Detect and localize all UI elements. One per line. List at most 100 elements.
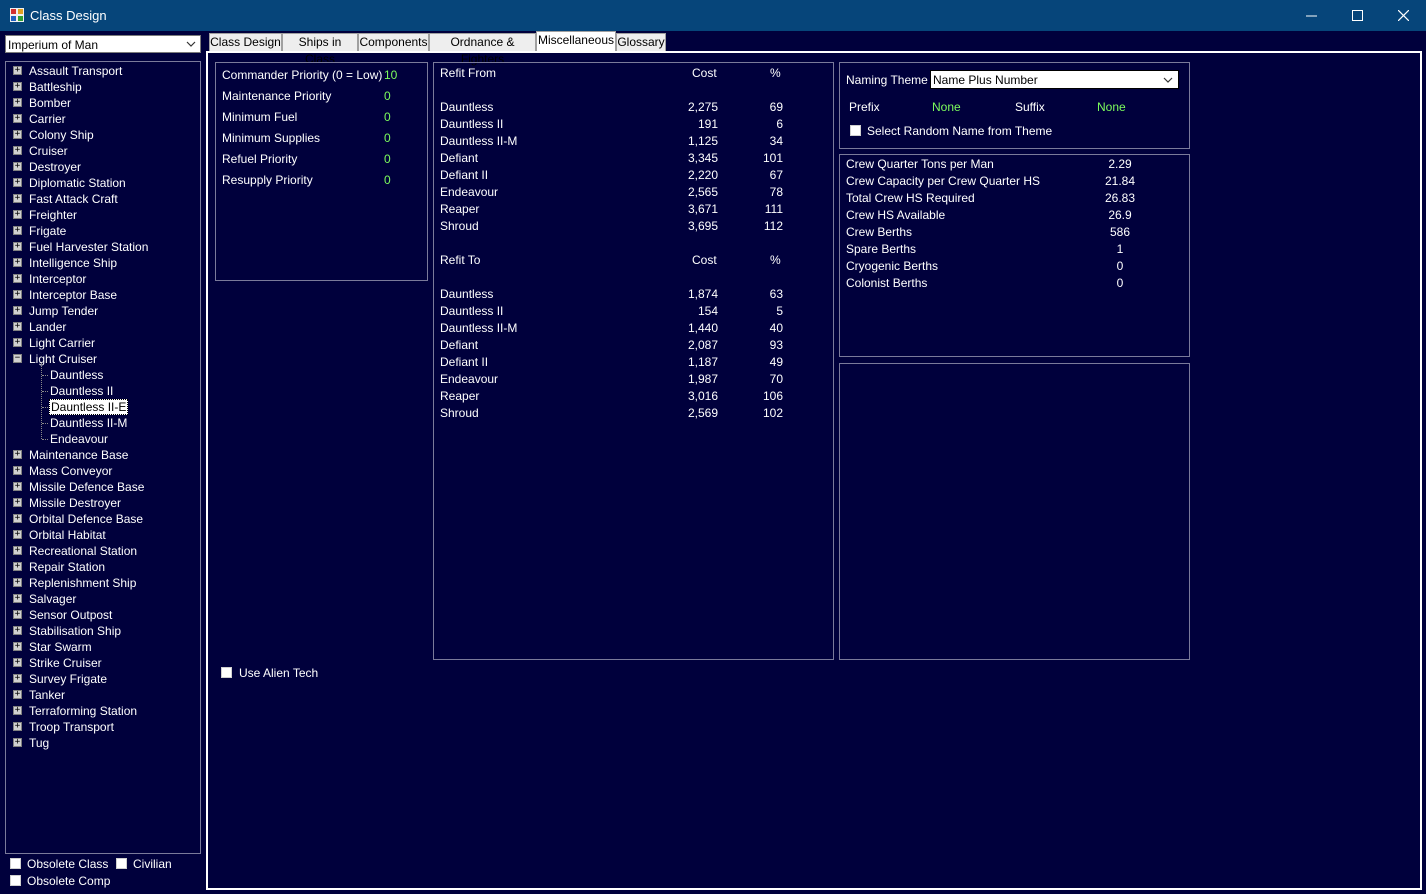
- expand-icon[interactable]: +: [13, 626, 22, 635]
- priority-value[interactable]: 0: [384, 173, 391, 187]
- tree-item[interactable]: + Bomber: [6, 95, 196, 111]
- tree-item[interactable]: + Strike Cruiser: [6, 655, 196, 671]
- expand-icon[interactable]: +: [13, 562, 22, 571]
- tree-child-item-selected[interactable]: Dauntless II-E: [6, 399, 196, 415]
- tree-item[interactable]: + Missile Defence Base: [6, 479, 196, 495]
- expand-icon[interactable]: +: [13, 738, 22, 747]
- tree-item[interactable]: + Recreational Station: [6, 543, 196, 559]
- expand-icon[interactable]: +: [13, 658, 22, 667]
- expand-icon[interactable]: +: [13, 450, 22, 459]
- tree-item[interactable]: + Lander: [6, 319, 196, 335]
- obsolete-class-checkbox[interactable]: [10, 858, 21, 869]
- tab-class-design[interactable]: Class Design: [209, 33, 282, 52]
- expand-icon[interactable]: +: [13, 578, 22, 587]
- minimize-button[interactable]: [1288, 0, 1334, 31]
- tree-item[interactable]: − Light Cruiser: [6, 351, 196, 367]
- tree-child-item[interactable]: Dauntless II-M: [6, 415, 196, 431]
- class-tree[interactable]: + Assault Transport + Battleship + Bomber + Car…: [5, 61, 201, 854]
- tab-ships-in-class[interactable]: Ships in Class: [282, 33, 358, 66]
- suffix-value[interactable]: None: [1097, 100, 1126, 114]
- tree-item[interactable]: + Assault Transport: [6, 63, 196, 79]
- expand-icon[interactable]: +: [13, 642, 22, 651]
- expand-icon[interactable]: +: [13, 594, 22, 603]
- tree-item[interactable]: + Fuel Harvester Station: [6, 239, 196, 255]
- tree-item[interactable]: + Jump Tender: [6, 303, 196, 319]
- expand-icon[interactable]: +: [13, 130, 22, 139]
- civilian-checkbox[interactable]: [116, 858, 127, 869]
- expand-icon[interactable]: +: [13, 530, 22, 539]
- expand-icon[interactable]: +: [13, 114, 22, 123]
- expand-icon[interactable]: +: [13, 690, 22, 699]
- tree-item[interactable]: + Mass Conveyor: [6, 463, 196, 479]
- tree-item[interactable]: + Sensor Outpost: [6, 607, 196, 623]
- expand-icon[interactable]: +: [13, 146, 22, 155]
- tree-item[interactable]: + Interceptor Base: [6, 287, 196, 303]
- tab-miscellaneous[interactable]: Miscellaneous: [536, 31, 616, 53]
- tree-item[interactable]: + Orbital Defence Base: [6, 511, 196, 527]
- tree-item[interactable]: + Repair Station: [6, 559, 196, 575]
- tree-item[interactable]: + Interceptor: [6, 271, 196, 287]
- tree-item[interactable]: + Battleship: [6, 79, 196, 95]
- expand-icon[interactable]: +: [13, 306, 22, 315]
- expand-icon[interactable]: +: [13, 482, 22, 491]
- tree-item[interactable]: + Orbital Habitat: [6, 527, 196, 543]
- expand-icon[interactable]: +: [13, 242, 22, 251]
- expand-icon[interactable]: +: [13, 66, 22, 75]
- tree-item[interactable]: + Light Carrier: [6, 335, 196, 351]
- tree-item[interactable]: + Carrier: [6, 111, 196, 127]
- expand-icon[interactable]: +: [13, 98, 22, 107]
- close-button[interactable]: [1380, 0, 1426, 31]
- tree-item[interactable]: + Survey Frigate: [6, 671, 196, 687]
- expand-icon[interactable]: +: [13, 674, 22, 683]
- priority-value[interactable]: 0: [384, 152, 391, 166]
- tree-item[interactable]: + Diplomatic Station: [6, 175, 196, 191]
- expand-icon[interactable]: +: [13, 210, 22, 219]
- expand-icon[interactable]: −: [13, 354, 22, 363]
- tree-item[interactable]: + Intelligence Ship: [6, 255, 196, 271]
- obsolete-comp-checkbox[interactable]: [10, 875, 21, 886]
- race-dropdown[interactable]: Imperium of Man: [5, 35, 201, 53]
- expand-icon[interactable]: +: [13, 722, 22, 731]
- tree-item[interactable]: + Frigate: [6, 223, 196, 239]
- priority-value[interactable]: 0: [384, 89, 391, 103]
- tree-item[interactable]: + Terraforming Station: [6, 703, 196, 719]
- expand-icon[interactable]: +: [13, 498, 22, 507]
- tree-item[interactable]: + Freighter: [6, 207, 196, 223]
- prefix-value[interactable]: None: [932, 100, 961, 114]
- tree-item[interactable]: + Missile Destroyer: [6, 495, 196, 511]
- tree-child-item[interactable]: Dauntless: [6, 367, 196, 383]
- tree-item[interactable]: + Salvager: [6, 591, 196, 607]
- tree-item[interactable]: + Fast Attack Craft: [6, 191, 196, 207]
- random-name-checkbox[interactable]: [850, 125, 861, 136]
- tree-item[interactable]: + Tug: [6, 735, 196, 751]
- tree-item[interactable]: + Replenishment Ship: [6, 575, 196, 591]
- expand-icon[interactable]: +: [13, 258, 22, 267]
- expand-icon[interactable]: +: [13, 178, 22, 187]
- tree-item[interactable]: + Maintenance Base: [6, 447, 196, 463]
- naming-theme-dropdown[interactable]: Name Plus Number: [930, 70, 1179, 89]
- tab-glossary[interactable]: Glossary: [616, 33, 666, 52]
- tree-item[interactable]: + Star Swarm: [6, 639, 196, 655]
- priority-value[interactable]: 10: [384, 68, 397, 82]
- maximize-button[interactable]: [1334, 0, 1380, 31]
- expand-icon[interactable]: +: [13, 338, 22, 347]
- tree-child-item[interactable]: Endeavour: [6, 431, 196, 447]
- expand-icon[interactable]: +: [13, 466, 22, 475]
- tree-child-item[interactable]: Dauntless II: [6, 383, 196, 399]
- expand-icon[interactable]: +: [13, 162, 22, 171]
- tree-item[interactable]: + Colony Ship: [6, 127, 196, 143]
- expand-icon[interactable]: +: [13, 706, 22, 715]
- expand-icon[interactable]: +: [13, 514, 22, 523]
- tree-item[interactable]: + Stabilisation Ship: [6, 623, 196, 639]
- expand-icon[interactable]: +: [13, 194, 22, 203]
- expand-icon[interactable]: +: [13, 82, 22, 91]
- tab-ordnance-fighters[interactable]: Ordnance & Fighters: [429, 33, 536, 66]
- tree-item[interactable]: + Troop Transport: [6, 719, 196, 735]
- tree-item[interactable]: + Tanker: [6, 687, 196, 703]
- expand-icon[interactable]: +: [13, 322, 22, 331]
- expand-icon[interactable]: +: [13, 546, 22, 555]
- priority-value[interactable]: 0: [384, 131, 391, 145]
- tab-components[interactable]: Components: [358, 33, 429, 52]
- expand-icon[interactable]: +: [13, 226, 22, 235]
- priority-value[interactable]: 0: [384, 110, 391, 124]
